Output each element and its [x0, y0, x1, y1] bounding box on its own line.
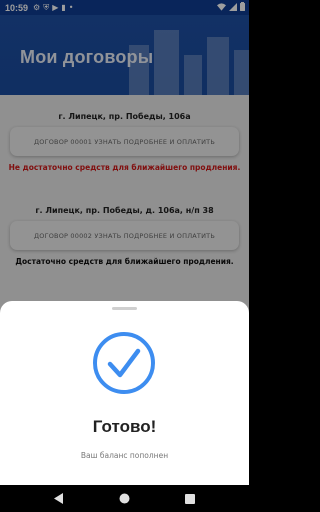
back-icon — [53, 493, 63, 504]
home-button[interactable] — [117, 492, 131, 506]
success-sheet: Готово! Ваш баланс пополнен — [0, 301, 249, 485]
success-title: Готово! — [92, 417, 157, 436]
back-button[interactable] — [52, 492, 66, 506]
check-circle-icon — [93, 332, 155, 394]
sheet-drag-handle[interactable] — [112, 307, 137, 310]
home-icon — [119, 493, 130, 504]
success-subtitle: Ваш баланс пополнен — [80, 451, 169, 460]
system-nav-bar — [0, 485, 249, 512]
recents-icon — [185, 493, 196, 504]
recents-button[interactable] — [183, 492, 197, 506]
